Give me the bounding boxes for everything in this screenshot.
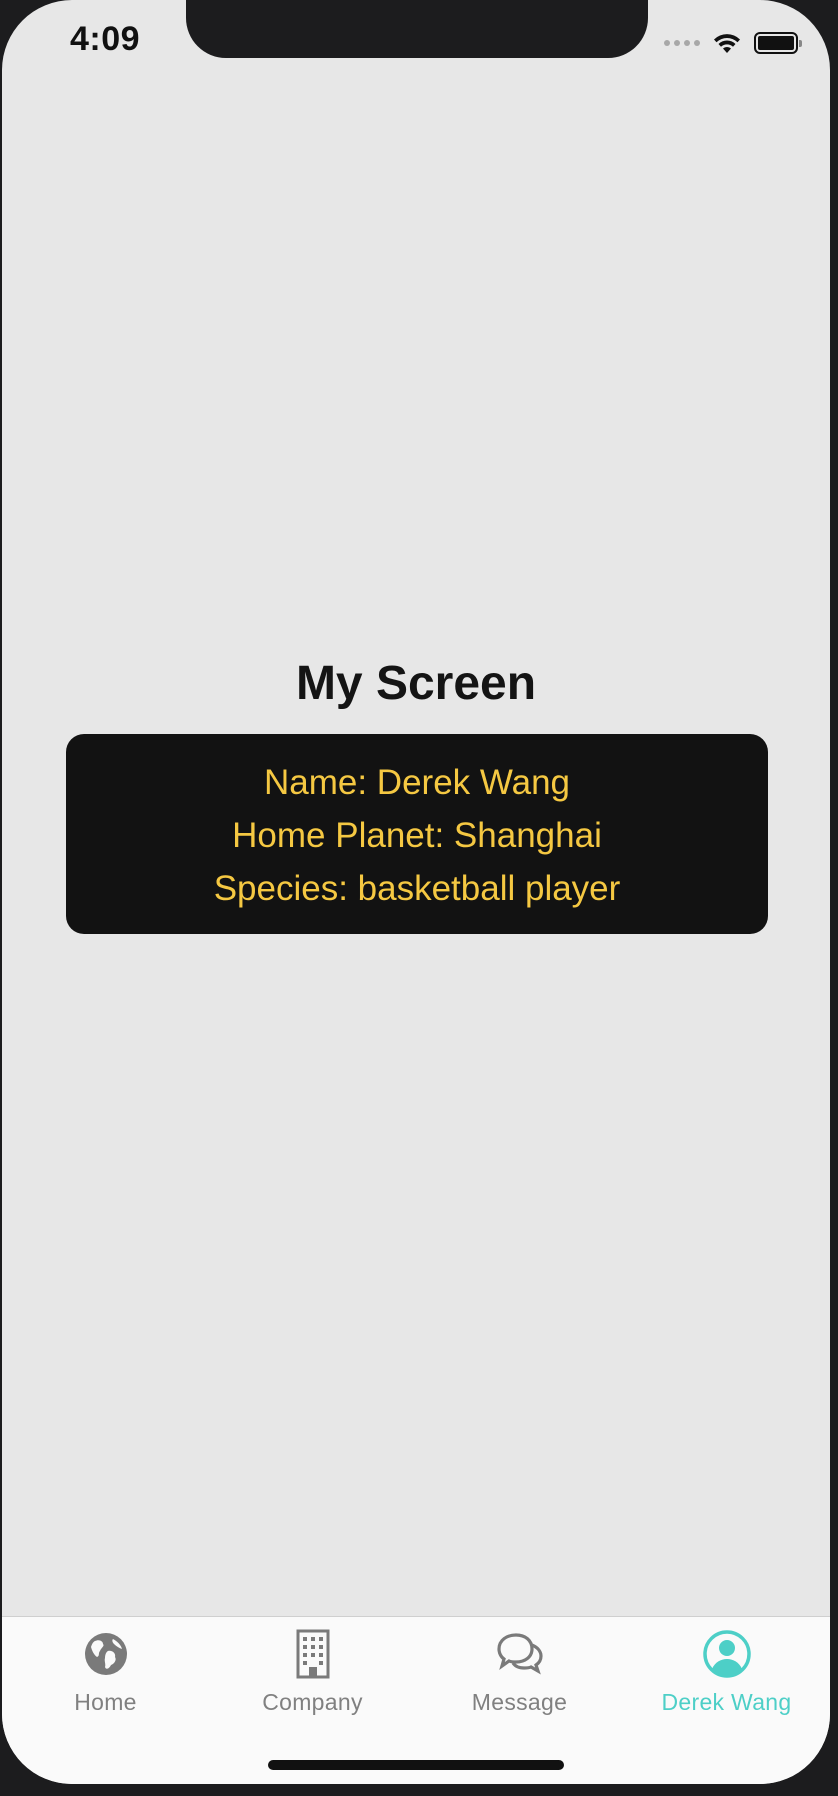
chat-bubbles-icon xyxy=(496,1633,543,1675)
status-time: 4:09 xyxy=(70,20,141,58)
tab-company-label: Company xyxy=(262,1689,363,1715)
notch xyxy=(186,0,648,58)
profile-card: Name: Derek Wang Home Planet: Shanghai S… xyxy=(66,734,768,934)
profile-name: Name: Derek Wang xyxy=(263,762,571,802)
tab-message-label: Message xyxy=(471,1689,568,1715)
wifi-icon xyxy=(714,34,740,53)
profile-home-planet: Home Planet: Shanghai xyxy=(232,815,602,855)
building-icon xyxy=(296,1629,329,1679)
phone-screen: 4:09 My Screen Name: Derek Wang Home Pla… xyxy=(2,0,830,1784)
page-title: My Screen xyxy=(295,657,537,710)
tab-profile-label: Derek Wang xyxy=(661,1689,792,1715)
status-icons xyxy=(664,28,802,58)
cellular-signal-icon xyxy=(664,40,700,46)
tab-home-label: Home xyxy=(74,1689,137,1715)
tab-bar: Home Company Message Derek Wang xyxy=(2,1616,830,1784)
user-circle-icon xyxy=(702,1630,751,1678)
home-indicator[interactable] xyxy=(268,1760,564,1770)
tab-profile[interactable]: Derek Wang xyxy=(623,1627,830,1727)
tab-company[interactable]: Company xyxy=(209,1627,416,1727)
tab-home[interactable]: Home xyxy=(2,1627,209,1727)
battery-icon xyxy=(754,32,802,54)
globe-icon xyxy=(84,1633,127,1675)
tab-message[interactable]: Message xyxy=(416,1627,623,1727)
profile-species: Species: basketball player xyxy=(213,868,621,908)
